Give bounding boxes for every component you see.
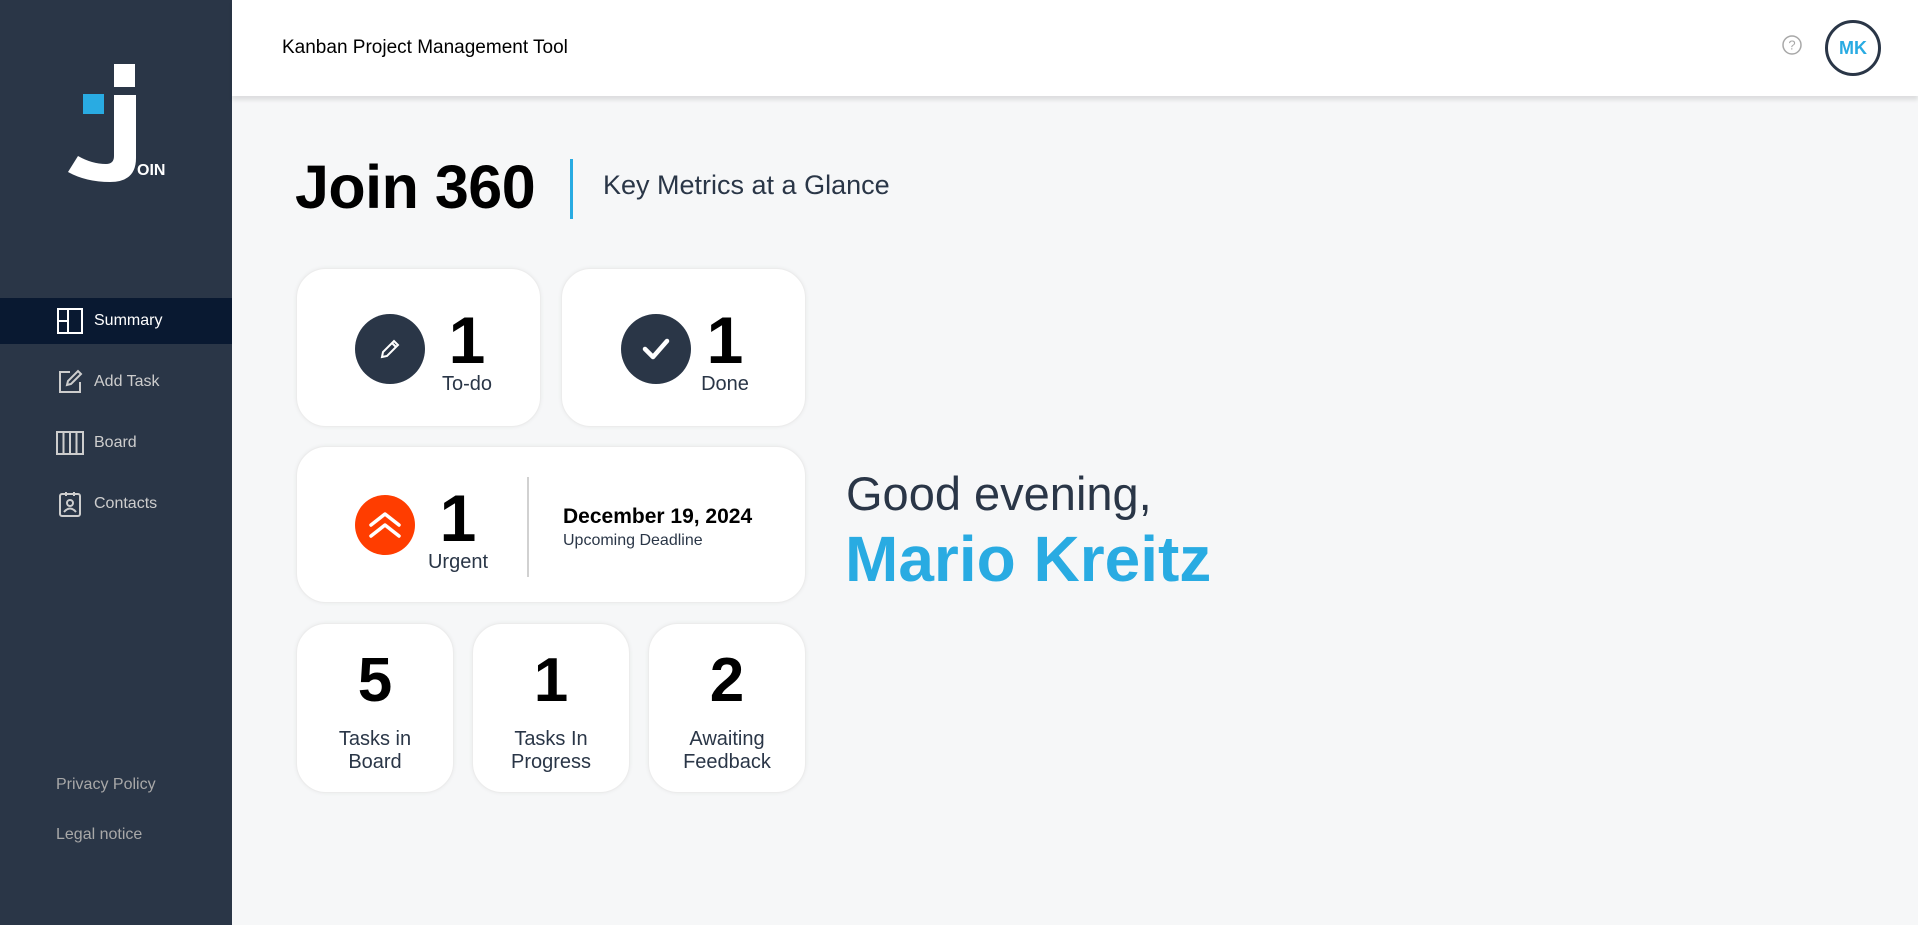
legal-notice-link[interactable]: Legal notice — [56, 823, 156, 873]
urgent-divider — [527, 477, 529, 577]
sidebar-item-summary[interactable]: Summary — [0, 298, 232, 344]
tasks-in-progress-label-line1: Tasks In — [514, 728, 588, 750]
sidebar-item-label: Summary — [94, 312, 163, 329]
add-task-icon — [56, 368, 84, 396]
title-divider — [570, 159, 573, 219]
sidebar-item-label: Board — [94, 434, 137, 451]
urgent-card[interactable]: 1 Urgent December 19, 2024 Upcoming Dead… — [296, 446, 806, 603]
greeting-user-name: Mario Kreitz — [845, 523, 1212, 595]
sidebar-item-board[interactable]: Board — [0, 420, 232, 466]
privacy-policy-link[interactable]: Privacy Policy — [56, 773, 156, 823]
tasks-in-progress-card[interactable]: 1 Tasks In Progress — [472, 623, 630, 793]
todo-label: To-do — [441, 373, 493, 395]
header-title: Kanban Project Management Tool — [282, 37, 568, 58]
sidebar-item-label: Add Task — [94, 373, 160, 390]
top-header: Kanban Project Management Tool ? MK — [232, 0, 1918, 96]
board-icon — [56, 429, 84, 457]
summary-icon — [56, 307, 84, 335]
sidebar-item-label: Contacts — [94, 495, 158, 512]
help-icon[interactable]: ? — [1781, 34, 1803, 56]
checkmark-icon — [621, 314, 691, 384]
sidebar-item-contacts[interactable]: Contacts — [0, 481, 232, 527]
sidebar-footer: Privacy Policy Legal notice — [56, 773, 156, 873]
logo-text: OIN — [137, 162, 166, 179]
todo-count: 1 — [448, 303, 486, 377]
tasks-in-progress-label: Tasks In Progress — [473, 728, 629, 774]
page-subtitle: Key Metrics at a Glance — [603, 170, 890, 200]
pencil-icon — [355, 314, 425, 384]
awaiting-feedback-label-line1: Awaiting — [689, 728, 765, 750]
urgent-label: Urgent — [427, 551, 489, 573]
awaiting-feedback-label-line2: Feedback — [683, 751, 771, 773]
tasks-in-board-count: 5 — [357, 646, 393, 715]
todo-card[interactable]: 1 To-do — [296, 268, 541, 427]
tasks-in-board-label-line1: Tasks in — [338, 728, 412, 750]
greeting-text: Good evening, — [846, 467, 1152, 520]
done-card[interactable]: 1 Done — [561, 268, 806, 427]
sidebar-item-add-task[interactable]: Add Task — [0, 359, 232, 405]
page-title: Join 360 — [295, 153, 536, 221]
tasks-in-board-card[interactable]: 5 Tasks in Board — [296, 623, 454, 793]
awaiting-feedback-card[interactable]: 2 Awaiting Feedback — [648, 623, 806, 793]
double-arrow-up-icon — [355, 495, 415, 555]
tasks-in-progress-count: 1 — [533, 646, 569, 715]
join-logo[interactable]: OIN — [66, 60, 176, 190]
deadline-label: Upcoming Deadline — [563, 532, 703, 549]
user-avatar[interactable]: MK — [1825, 20, 1881, 76]
tasks-in-progress-label-line2: Progress — [510, 751, 592, 773]
deadline-date: December 19, 2024 — [563, 505, 753, 528]
awaiting-feedback-count: 2 — [709, 646, 745, 715]
contacts-icon — [56, 490, 84, 518]
awaiting-feedback-label: Awaiting Feedback — [649, 728, 805, 774]
sidebar-nav: Summary Add Task Board Contacts — [0, 298, 232, 542]
done-label: Done — [701, 373, 749, 395]
done-count: 1 — [706, 303, 744, 377]
sidebar: OIN Summary Add Task Board Contacts Priv… — [0, 0, 232, 925]
tasks-in-board-label: Tasks in Board — [297, 728, 453, 774]
svg-text:?: ? — [1788, 38, 1795, 53]
tasks-in-board-label-line2: Board — [348, 751, 402, 773]
urgent-count: 1 — [439, 481, 477, 555]
